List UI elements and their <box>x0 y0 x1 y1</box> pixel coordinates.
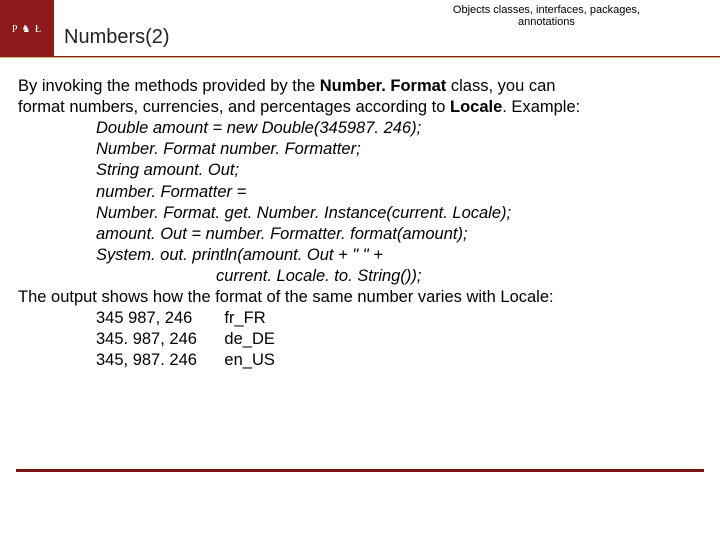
code-l4: number. Formatter = <box>96 182 706 203</box>
code-block: Double amount = new Double(345987. 246);… <box>96 118 706 287</box>
slide-title: Numbers(2) <box>64 26 170 49</box>
output-r2: 345. 987, 246 de_DE <box>96 329 706 350</box>
header: P ♞ Ł Objects classes, interfaces, packa… <box>0 0 720 58</box>
intro1b: Number. Format <box>320 77 447 95</box>
intro1c: class, you can <box>446 77 555 95</box>
topic-line2: annotations <box>518 16 575 28</box>
intro2c: . Example: <box>502 98 580 116</box>
intro2a: format numbers, currencies, and percenta… <box>18 98 450 116</box>
code-l8: current. Locale. to. String()); <box>216 266 706 287</box>
code-l6: amount. Out = number. Formatter. format(… <box>96 224 706 245</box>
slide: P ♞ Ł Objects classes, interfaces, packa… <box>0 0 720 540</box>
logo-text: P ♞ Ł <box>12 24 42 35</box>
intro-line-2: format numbers, currencies, and percenta… <box>18 97 706 118</box>
code-l2: Number. Format number. Formatter; <box>96 139 706 160</box>
outro-line: The output shows how the format of the s… <box>18 287 706 308</box>
code-l3: String amount. Out; <box>96 160 706 181</box>
content: By invoking the methods provided by the … <box>0 58 720 372</box>
code-l1: Double amount = new Double(345987. 246); <box>96 118 706 139</box>
code-l7: System. out. println(amount. Out + " " + <box>96 245 706 266</box>
intro-line-1: By invoking the methods provided by the … <box>18 76 706 97</box>
intro1a: By invoking the methods provided by the <box>18 77 320 95</box>
intro2b: Locale <box>450 98 502 116</box>
code-l5: Number. Format. get. Number. Instance(cu… <box>96 203 706 224</box>
output-block: 345 987, 246 fr_FR 345. 987, 246 de_DE 3… <box>96 308 706 371</box>
topic-line1: Objects classes, interfaces, packages, <box>453 4 640 16</box>
bottom-rule <box>16 469 704 472</box>
logo-block: P ♞ Ł <box>0 0 54 58</box>
output-r3: 345, 987. 246 en_US <box>96 350 706 371</box>
title-underline <box>0 56 720 58</box>
output-r1: 345 987, 246 fr_FR <box>96 308 706 329</box>
topic-label: Objects classes, interfaces, packages, a… <box>453 4 640 28</box>
